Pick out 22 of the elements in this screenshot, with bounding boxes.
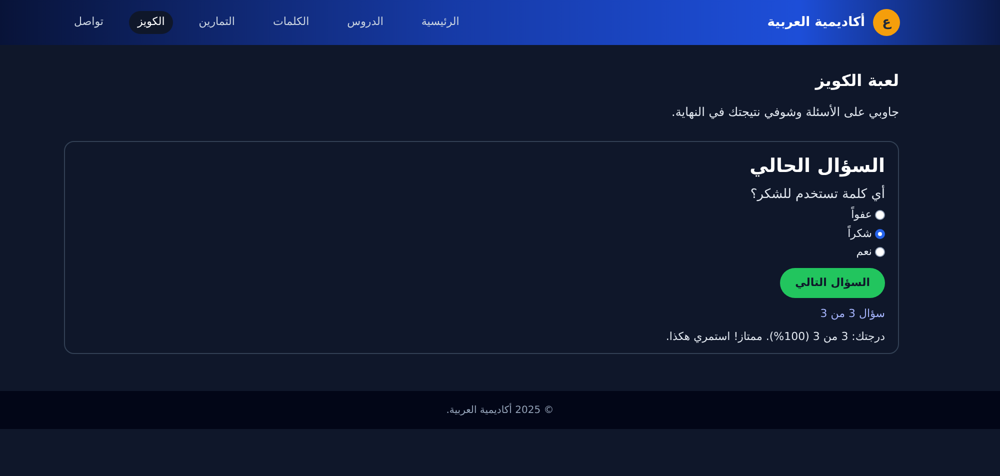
site-name: أكاديمية العربية	[767, 12, 865, 32]
radio-button[interactable]	[875, 210, 885, 220]
nav-link[interactable]: الرئيسية	[409, 11, 472, 34]
option-label: شكراً	[848, 226, 872, 242]
nav-link[interactable]: الكويز	[129, 11, 173, 34]
nav-link[interactable]: الدروس	[335, 11, 396, 34]
score-text: درجتك: 3 من 3 (100%). ممتاز! استمري هكذا.	[666, 328, 885, 345]
copyright-text: © 2025 أكاديمية العربية.	[446, 402, 554, 418]
nav-link[interactable]: تواصل	[62, 11, 116, 34]
nav-link[interactable]: الكلمات	[260, 11, 322, 34]
progress-text: سؤال 3 من 3	[820, 306, 885, 322]
question-heading: السؤال الحالي	[750, 154, 885, 179]
page-title: لعبة الكويز	[814, 70, 899, 92]
radio-button[interactable]	[875, 247, 885, 258]
page-description: جاوبي على الأسئلة وشوفي نتيجتك في النهاية.	[670, 104, 899, 121]
option-label: نعم	[856, 244, 872, 260]
logo-badge: ع	[873, 9, 900, 36]
nav-link[interactable]: التمارين	[186, 11, 247, 34]
next-question-button[interactable]: السؤال التالي	[780, 268, 885, 298]
question-text: أي كلمة تستخدم للشكر؟	[750, 184, 885, 204]
radio-button[interactable]	[875, 228, 885, 239]
option-label: عفواً	[851, 207, 872, 223]
